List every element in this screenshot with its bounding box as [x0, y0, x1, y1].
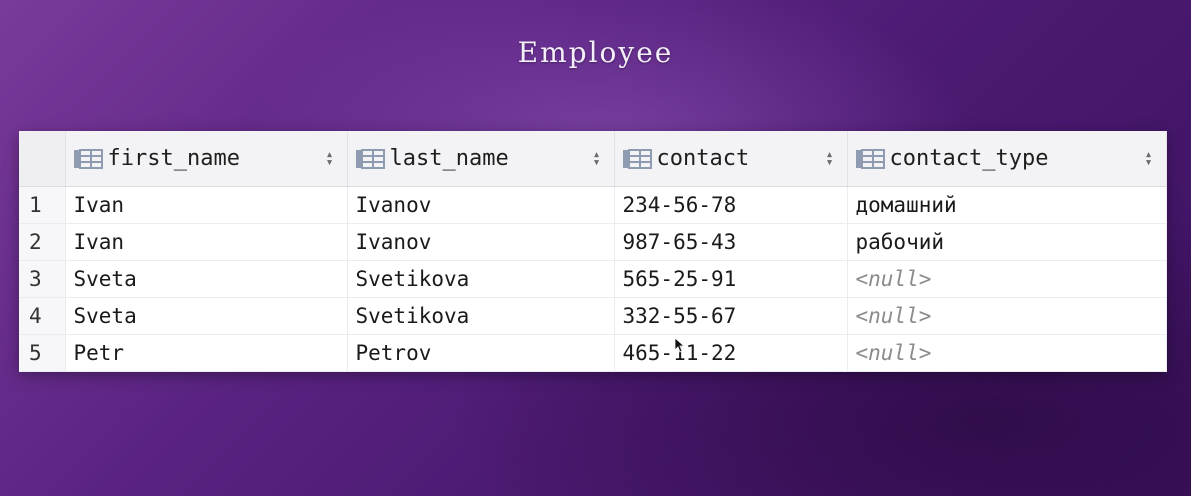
sort-arrows-icon[interactable]: ▴ ▾	[323, 148, 337, 169]
column-label: last_name	[389, 146, 509, 171]
mouse-cursor-icon	[674, 337, 684, 353]
cell-contact-type[interactable]: домашний	[847, 186, 1167, 224]
table-column-icon	[355, 148, 385, 169]
cell-contact-type[interactable]: рабочий	[847, 223, 1167, 261]
column-header-first-name[interactable]: first_name ▴ ▾	[65, 131, 348, 187]
cell-contact[interactable]: 332-55-67	[614, 297, 848, 335]
cell-contact-type[interactable]: <null>	[847, 334, 1167, 372]
table-row[interactable]: 5 Petr Petrov 465-11-22 <null>	[19, 334, 1167, 372]
column-label: contact_type	[889, 146, 1049, 171]
page-title: Employee	[517, 36, 674, 69]
cell-last-name[interactable]: Ivanov	[347, 186, 615, 224]
cell-last-name[interactable]: Petrov	[347, 334, 615, 372]
header-row: first_name ▴ ▾ last_name ▴ ▾ contact ▴ ▾…	[19, 131, 1167, 187]
sort-arrows-icon[interactable]: ▴ ▾	[823, 148, 837, 169]
row-number: 4	[19, 297, 66, 335]
row-number: 1	[19, 186, 66, 224]
column-header-last-name[interactable]: last_name ▴ ▾	[347, 131, 615, 187]
cell-contact-type[interactable]: <null>	[847, 260, 1167, 298]
cell-contact[interactable]: 987-65-43	[614, 223, 848, 261]
data-grid: first_name ▴ ▾ last_name ▴ ▾ contact ▴ ▾…	[19, 131, 1167, 372]
table-row[interactable]: 4 Sveta Svetikova 332-55-67 <null>	[19, 297, 1167, 335]
cell-first-name[interactable]: Petr	[65, 334, 348, 372]
cell-first-name[interactable]: Sveta	[65, 297, 348, 335]
table-row[interactable]: 2 Ivan Ivanov 987-65-43 рабочий	[19, 223, 1167, 261]
table-column-icon	[855, 148, 885, 169]
column-header-contact-type[interactable]: contact_type ▴ ▾	[847, 131, 1167, 187]
cell-first-name[interactable]: Ivan	[65, 186, 348, 224]
employee-table: first_name ▴ ▾ last_name ▴ ▾ contact ▴ ▾…	[19, 131, 1167, 372]
table-row[interactable]: 3 Sveta Svetikova 565-25-91 <null>	[19, 260, 1167, 298]
cell-contact[interactable]: 234-56-78	[614, 186, 848, 224]
cell-last-name[interactable]: Svetikova	[347, 297, 615, 335]
cell-last-name[interactable]: Svetikova	[347, 260, 615, 298]
row-number: 2	[19, 223, 66, 261]
cell-last-name[interactable]: Ivanov	[347, 223, 615, 261]
cell-first-name[interactable]: Sveta	[65, 260, 348, 298]
column-label: first_name	[107, 146, 240, 171]
table-row[interactable]: 1 Ivan Ivanov 234-56-78 домашний	[19, 186, 1167, 224]
cell-contact-type[interactable]: <null>	[847, 297, 1167, 335]
row-number-header	[19, 131, 66, 187]
row-number: 5	[19, 334, 66, 372]
table-column-icon	[73, 148, 103, 169]
column-label: contact	[656, 146, 750, 171]
cell-first-name[interactable]: Ivan	[65, 223, 348, 261]
cell-contact[interactable]: 465-11-22	[614, 334, 848, 372]
sort-arrows-icon[interactable]: ▴ ▾	[1142, 148, 1156, 169]
row-number: 3	[19, 260, 66, 298]
sort-arrows-icon[interactable]: ▴ ▾	[590, 148, 604, 169]
column-header-contact[interactable]: contact ▴ ▾	[614, 131, 848, 187]
table-column-icon	[622, 148, 652, 169]
cell-contact[interactable]: 565-25-91	[614, 260, 848, 298]
